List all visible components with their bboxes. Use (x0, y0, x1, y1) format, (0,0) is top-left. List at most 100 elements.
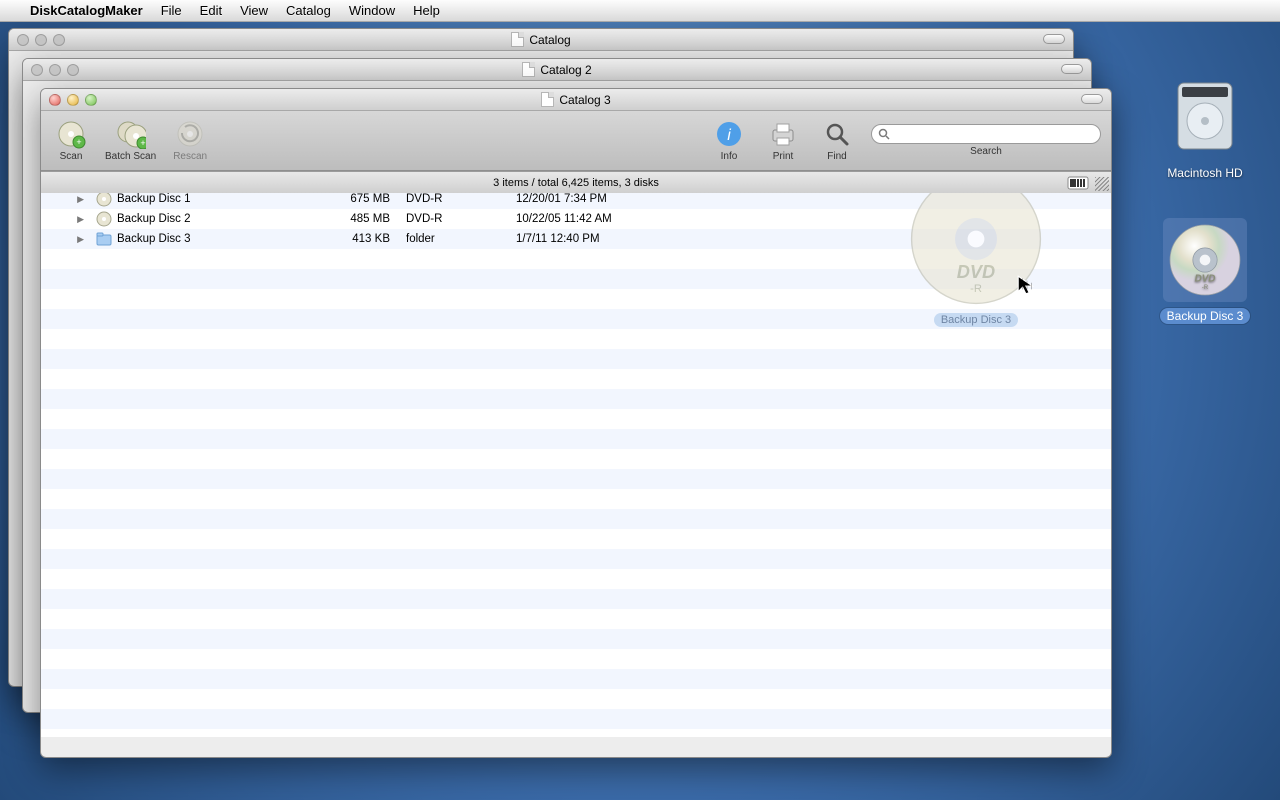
toolbar-pill-button[interactable] (1043, 34, 1065, 44)
empty-row (41, 529, 1111, 549)
status-text: 3 items / total 6,425 items, 3 disks (493, 177, 659, 189)
row-date: 1/7/11 12:40 PM (508, 233, 658, 245)
scan-button[interactable]: + Scan (51, 119, 91, 162)
svg-text:DVD: DVD (957, 262, 995, 282)
rescan-label: Rescan (173, 151, 207, 162)
row-name: Backup Disc 1 (117, 193, 191, 205)
empty-row (41, 549, 1111, 569)
search-field[interactable] (871, 124, 1101, 144)
empty-row (41, 389, 1111, 409)
window-catalog-3: Catalog 3 + Scan + Batch Scan Rescan i I… (40, 88, 1112, 758)
svg-text:i: i (727, 127, 731, 144)
rescan-button[interactable]: Rescan (170, 119, 210, 162)
find-button[interactable]: Find (817, 119, 857, 162)
empty-row (41, 649, 1111, 669)
search-label: Search (970, 146, 1002, 157)
empty-row (41, 429, 1111, 449)
menu-help[interactable]: Help (413, 3, 440, 18)
empty-row (41, 509, 1111, 529)
menu-file[interactable]: File (161, 3, 182, 18)
empty-row (41, 609, 1111, 629)
toolbar-pill-button[interactable] (1081, 94, 1103, 104)
empty-row (41, 589, 1111, 609)
svg-text:+: + (76, 137, 81, 147)
empty-row (41, 349, 1111, 369)
window-title: Catalog 2 (540, 63, 591, 77)
info-icon: i (716, 121, 742, 147)
disc-icon (96, 211, 112, 227)
disclosure-triangle[interactable]: ▶ (41, 234, 88, 245)
menu-bar: DiskCatalogMaker File Edit View Catalog … (0, 0, 1280, 22)
disc-scan-icon: + (56, 119, 86, 149)
disc-icon (96, 191, 112, 207)
row-date: 12/20/01 7:34 PM (508, 193, 658, 205)
empty-row (41, 469, 1111, 489)
magnifier-icon (824, 121, 850, 147)
menu-catalog[interactable]: Catalog (286, 3, 331, 18)
desktop-dvd-volume[interactable]: DVD -R Backup Disc 3 (1140, 218, 1270, 324)
cursor-icon (1016, 274, 1038, 296)
info-button[interactable]: i Info (709, 119, 749, 162)
document-icon (541, 92, 554, 107)
rescan-icon (175, 119, 205, 149)
empty-row (41, 409, 1111, 429)
row-size: 413 KB (328, 233, 398, 245)
svg-text:+: + (140, 138, 145, 148)
row-kind: DVD-R (398, 213, 508, 225)
desktop-dvd-label: Backup Disc 3 (1160, 308, 1251, 324)
row-date: 10/22/05 11:42 AM (508, 213, 658, 225)
window-title: Catalog 3 (559, 93, 610, 107)
disclosure-triangle[interactable]: ▶ (41, 214, 88, 225)
resize-grip[interactable] (1095, 177, 1109, 191)
row-kind: DVD-R (398, 193, 508, 205)
empty-row (41, 489, 1111, 509)
row-size: 675 MB (328, 193, 398, 205)
document-icon (522, 62, 535, 77)
row-name: Backup Disc 2 (117, 213, 191, 225)
menu-view[interactable]: View (240, 3, 268, 18)
empty-row (41, 709, 1111, 729)
printer-icon (769, 121, 797, 147)
dvd-icon: DVD -R (1167, 210, 1243, 310)
print-label: Print (773, 151, 794, 162)
harddrive-icon (1170, 77, 1240, 157)
row-name: Backup Disc 3 (117, 233, 191, 245)
empty-row (41, 329, 1111, 349)
menu-window[interactable]: Window (349, 3, 395, 18)
folder-icon (96, 231, 112, 247)
scan-label: Scan (60, 151, 83, 162)
batch-scan-icon: + (116, 119, 146, 149)
empty-row (41, 629, 1111, 649)
desktop-hd-label: Macintosh HD (1163, 165, 1246, 181)
status-bar: 3 items / total 6,425 items, 3 disks (41, 171, 1111, 193)
toolbar: + Scan + Batch Scan Rescan i Info Print … (41, 111, 1111, 171)
title-bar[interactable]: Catalog 3 (41, 89, 1111, 111)
view-mode-icon[interactable] (1067, 176, 1089, 190)
svg-text:-R: -R (970, 283, 982, 295)
batch-scan-button[interactable]: + Batch Scan (105, 119, 156, 162)
search-icon (878, 128, 890, 140)
app-menu[interactable]: DiskCatalogMaker (30, 3, 143, 18)
menu-edit[interactable]: Edit (200, 3, 222, 18)
empty-row (41, 569, 1111, 589)
toolbar-pill-button[interactable] (1061, 64, 1083, 74)
document-icon (511, 32, 524, 47)
svg-text:-R: -R (1202, 284, 1209, 291)
svg-text:DVD: DVD (1195, 273, 1216, 284)
disclosure-triangle[interactable]: ▶ (41, 194, 88, 205)
empty-row (41, 449, 1111, 469)
empty-row (41, 689, 1111, 709)
find-label: Find (827, 151, 846, 162)
empty-row (41, 729, 1111, 737)
info-label: Info (721, 151, 738, 162)
row-size: 485 MB (328, 213, 398, 225)
empty-row (41, 669, 1111, 689)
search-input[interactable] (894, 128, 1094, 140)
desktop-drive-hd[interactable]: Macintosh HD (1140, 75, 1270, 181)
drag-label: Backup Disc 3 (934, 313, 1018, 327)
print-button[interactable]: Print (763, 119, 803, 162)
row-kind: folder (398, 233, 508, 245)
search-field-group: Search (871, 124, 1101, 157)
batch-scan-label: Batch Scan (105, 151, 156, 162)
empty-row (41, 369, 1111, 389)
